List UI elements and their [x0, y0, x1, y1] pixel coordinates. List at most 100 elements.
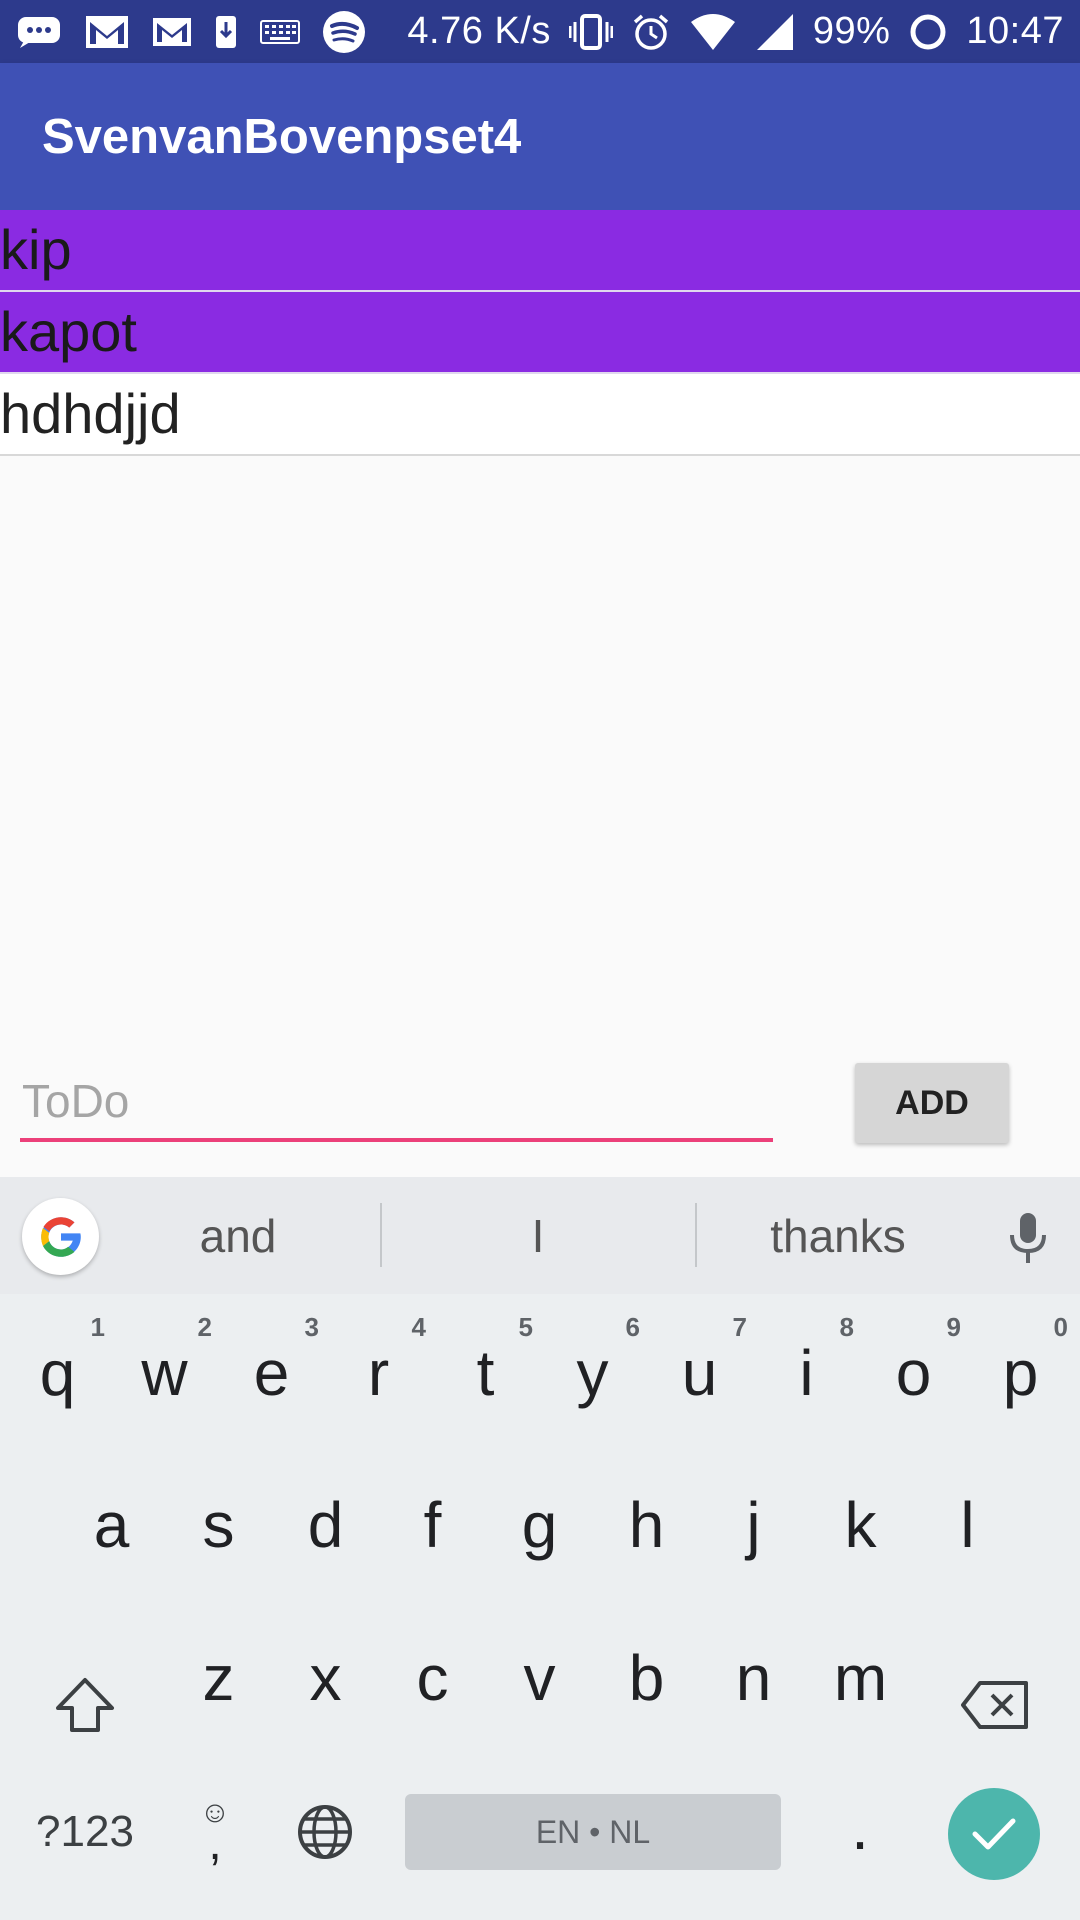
- key-label: n: [735, 1642, 772, 1714]
- key-label: z: [202, 1642, 235, 1714]
- key-label: q: [39, 1337, 76, 1409]
- checkmark-icon: [972, 1818, 1016, 1850]
- todo-item[interactable]: hdhdjjd: [0, 374, 1080, 456]
- todo-input[interactable]: [20, 1070, 773, 1142]
- key-j[interactable]: j: [700, 1470, 807, 1580]
- soft-keyboard: and I thanks ?123 ☺ , EN • NL . q1w2e3r4…: [0, 1177, 1080, 1920]
- key-label: r: [367, 1337, 390, 1409]
- key-label: b: [628, 1642, 665, 1714]
- comma-label: ,: [208, 1817, 222, 1871]
- key-g[interactable]: g: [486, 1470, 593, 1580]
- key-label: a: [93, 1489, 130, 1561]
- suggestion-divider: [695, 1203, 697, 1267]
- key-w[interactable]: w2: [111, 1312, 218, 1428]
- suggestion-3[interactable]: thanks: [720, 1177, 956, 1294]
- key-number-hint: 3: [304, 1312, 319, 1342]
- key-i[interactable]: i8: [753, 1312, 860, 1428]
- todo-item-done[interactable]: kip: [0, 210, 1080, 292]
- key-n[interactable]: n: [700, 1623, 807, 1733]
- key-label: c: [416, 1642, 449, 1714]
- key-label: w: [141, 1337, 188, 1409]
- key-k[interactable]: k: [807, 1470, 914, 1580]
- key-label: x: [309, 1642, 342, 1714]
- key-v[interactable]: v: [486, 1623, 593, 1733]
- key-number-hint: 9: [946, 1312, 961, 1342]
- status-bar-system: 4.76 K/s 99% 10:47: [407, 10, 1064, 53]
- add-button[interactable]: ADD: [855, 1063, 1009, 1143]
- key-z[interactable]: z: [165, 1623, 272, 1733]
- key-label: i: [799, 1337, 814, 1409]
- keyboard-icon: [260, 19, 300, 45]
- key-h[interactable]: h: [593, 1470, 700, 1580]
- signal-icon: [755, 12, 795, 52]
- wifi-icon: [689, 12, 737, 52]
- spacebar[interactable]: EN • NL: [405, 1794, 781, 1870]
- key-l[interactable]: l: [914, 1470, 1021, 1580]
- battery-percentage: 99%: [812, 10, 891, 52]
- key-label: l: [960, 1489, 975, 1561]
- key-number-hint: 7: [732, 1312, 747, 1342]
- suggestion-2[interactable]: I: [420, 1177, 656, 1294]
- key-m[interactable]: m: [807, 1623, 914, 1733]
- enter-key[interactable]: [948, 1788, 1040, 1880]
- microphone-icon[interactable]: [1004, 1211, 1052, 1270]
- key-label: h: [628, 1489, 665, 1561]
- gmail-icon: [84, 14, 130, 50]
- period-key[interactable]: .: [820, 1777, 900, 1877]
- spotify-icon: [322, 10, 366, 54]
- key-label: k: [844, 1489, 877, 1561]
- key-number-hint: 4: [411, 1312, 426, 1342]
- google-icon[interactable]: [22, 1198, 99, 1275]
- app-title: SvenvanBovenpset4: [42, 109, 522, 164]
- key-label: t: [476, 1337, 495, 1409]
- todo-list: kip kapot hdhdjjd: [0, 210, 1080, 456]
- key-label: j: [746, 1489, 761, 1561]
- status-bar: 4.76 K/s 99% 10:47: [0, 0, 1080, 63]
- globe-icon[interactable]: [285, 1787, 365, 1877]
- key-b[interactable]: b: [593, 1623, 700, 1733]
- key-f[interactable]: f: [379, 1470, 486, 1580]
- comma-key[interactable]: ☺ ,: [180, 1777, 250, 1887]
- key-t[interactable]: t5: [432, 1312, 539, 1428]
- battery-ring-icon: [908, 12, 948, 52]
- key-number-hint: 1: [90, 1312, 105, 1342]
- suggestion-bar: and I thanks: [0, 1177, 1080, 1294]
- key-label: m: [833, 1642, 888, 1714]
- chat-icon: [16, 15, 62, 49]
- download-icon: [214, 14, 238, 50]
- key-q[interactable]: q1: [4, 1312, 111, 1428]
- key-number-hint: 8: [839, 1312, 854, 1342]
- key-s[interactable]: s: [165, 1470, 272, 1580]
- shift-icon[interactable]: [40, 1655, 130, 1755]
- key-x[interactable]: x: [272, 1623, 379, 1733]
- backspace-icon[interactable]: [950, 1655, 1040, 1755]
- app-bar: SvenvanBovenpset4: [0, 63, 1080, 210]
- symbols-key[interactable]: ?123: [20, 1782, 150, 1882]
- key-e[interactable]: e3: [218, 1312, 325, 1428]
- key-label: f: [423, 1489, 442, 1561]
- key-label: d: [307, 1489, 344, 1561]
- key-label: e: [253, 1337, 290, 1409]
- add-todo-row: ADD: [0, 1050, 1080, 1170]
- key-label: u: [681, 1337, 718, 1409]
- key-number-hint: 2: [197, 1312, 212, 1342]
- key-number-hint: 0: [1053, 1312, 1068, 1342]
- key-label: s: [202, 1489, 235, 1561]
- network-speed: 4.76 K/s: [407, 10, 551, 52]
- todo-item-done[interactable]: kapot: [0, 292, 1080, 374]
- alarm-icon: [631, 12, 671, 52]
- key-u[interactable]: u7: [646, 1312, 753, 1428]
- gmail-icon: [152, 16, 192, 48]
- key-y[interactable]: y6: [539, 1312, 646, 1428]
- key-label: p: [1002, 1337, 1039, 1409]
- key-o[interactable]: o9: [860, 1312, 967, 1428]
- key-r[interactable]: r4: [325, 1312, 432, 1428]
- key-p[interactable]: p0: [967, 1312, 1074, 1428]
- key-number-hint: 6: [625, 1312, 640, 1342]
- key-label: o: [895, 1337, 932, 1409]
- key-number-hint: 5: [518, 1312, 533, 1342]
- key-d[interactable]: d: [272, 1470, 379, 1580]
- suggestion-1[interactable]: and: [120, 1177, 356, 1294]
- key-a[interactable]: a: [58, 1470, 165, 1580]
- key-c[interactable]: c: [379, 1623, 486, 1733]
